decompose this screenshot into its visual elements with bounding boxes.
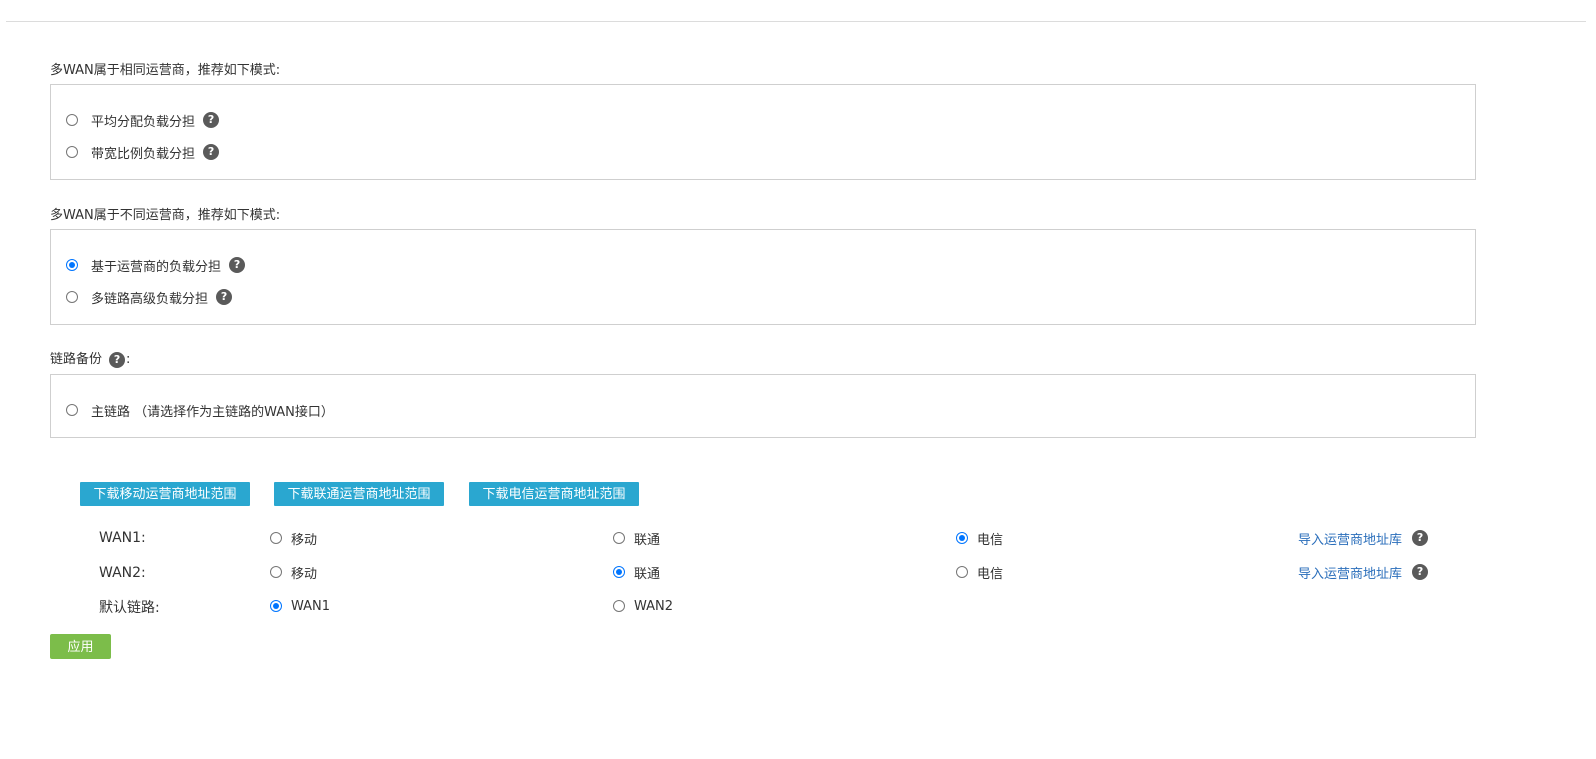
- wan1-mobile-radio[interactable]: [270, 532, 282, 544]
- question-circle-icon[interactable]: ?: [109, 352, 126, 368]
- wan1-unicom-radio[interactable]: [613, 532, 625, 544]
- wan2-unicom-radio[interactable]: [613, 566, 625, 578]
- bandwidth-ratio-radio[interactable]: [66, 146, 78, 158]
- main-link-label: 主链路 （请选择作为主链路的WAN接口）: [91, 404, 334, 420]
- question-circle-icon[interactable]: ?: [1412, 530, 1429, 546]
- average-load-radio[interactable]: [66, 114, 78, 126]
- download-telecom-range-button[interactable]: 下载电信运营商地址范围: [469, 482, 639, 506]
- question-circle-icon[interactable]: ?: [216, 289, 233, 305]
- default-link-option-wan2[interactable]: WAN2: [613, 597, 673, 615]
- wan2-mobile-label: 移动: [291, 566, 318, 582]
- default-wan1-label: WAN1: [291, 598, 331, 614]
- same-isp-options-box: 平均分配负载分担 ? 带宽比例负载分担 ?: [50, 84, 1476, 180]
- default-link-label: 默认链路:: [99, 600, 160, 616]
- top-divider: [6, 21, 1586, 22]
- wan1-option-telecom[interactable]: 电信: [956, 529, 1004, 548]
- average-load-label: 平均分配负载分担: [91, 114, 196, 130]
- wan1-import-link-text[interactable]: 导入运营商地址库: [1298, 529, 1402, 548]
- question-circle-icon[interactable]: ?: [203, 144, 220, 160]
- default-wan1-radio[interactable]: [270, 600, 282, 612]
- backup-title-suffix: :: [126, 352, 131, 367]
- wan2-import-isp-db-link[interactable]: 导入运营商地址库 ?: [1298, 563, 1429, 582]
- download-mobile-range-button[interactable]: 下载移动运营商地址范围: [80, 482, 250, 506]
- option-isp-based-load[interactable]: 基于运营商的负载分担 ?: [66, 256, 246, 275]
- wan1-telecom-label: 电信: [977, 532, 1004, 548]
- backup-options-box: 主链路 （请选择作为主链路的WAN接口）: [50, 374, 1476, 438]
- download-unicom-range-button[interactable]: 下载联通运营商地址范围: [274, 482, 444, 506]
- default-link-option-wan1[interactable]: WAN1: [270, 597, 330, 615]
- multilink-advanced-radio[interactable]: [66, 291, 78, 303]
- backup-title: 链路备份 ? :: [50, 352, 130, 368]
- wan2-option-unicom[interactable]: 联通: [613, 563, 661, 582]
- wan1-mobile-label: 移动: [291, 532, 318, 548]
- apply-button[interactable]: 应用: [50, 634, 111, 659]
- wan2-label: WAN2:: [99, 565, 146, 581]
- isp-based-load-label: 基于运营商的负载分担: [91, 259, 222, 275]
- bandwidth-ratio-label: 带宽比例负载分担: [91, 146, 196, 162]
- question-circle-icon[interactable]: ?: [203, 112, 220, 128]
- wan1-option-mobile[interactable]: 移动: [270, 529, 318, 548]
- wan2-option-telecom[interactable]: 电信: [956, 563, 1004, 582]
- option-main-link[interactable]: 主链路 （请选择作为主链路的WAN接口）: [66, 401, 334, 420]
- default-wan2-label: WAN2: [634, 598, 674, 614]
- wan2-mobile-radio[interactable]: [270, 566, 282, 578]
- wan2-import-link-text[interactable]: 导入运营商地址库: [1298, 563, 1402, 582]
- wan1-option-unicom[interactable]: 联通: [613, 529, 661, 548]
- question-circle-icon[interactable]: ?: [229, 257, 246, 273]
- wan2-telecom-radio[interactable]: [956, 566, 968, 578]
- question-circle-icon[interactable]: ?: [1412, 564, 1429, 580]
- wan2-option-mobile[interactable]: 移动: [270, 563, 318, 582]
- backup-title-text: 链路备份: [50, 352, 103, 367]
- wan1-import-isp-db-link[interactable]: 导入运营商地址库 ?: [1298, 529, 1429, 548]
- wan1-unicom-label: 联通: [634, 532, 661, 548]
- same-isp-title: 多WAN属于相同运营商，推荐如下模式:: [50, 63, 281, 78]
- multilink-advanced-label: 多链路高级负载分担: [91, 291, 209, 307]
- wan1-telecom-radio[interactable]: [956, 532, 968, 544]
- diff-isp-title: 多WAN属于不同运营商，推荐如下模式:: [50, 208, 281, 223]
- wan2-telecom-label: 电信: [977, 566, 1004, 582]
- wan1-label: WAN1:: [99, 530, 146, 546]
- main-link-radio[interactable]: [66, 404, 78, 416]
- isp-based-load-radio[interactable]: [66, 259, 78, 271]
- diff-isp-options-box: 基于运营商的负载分担 ? 多链路高级负载分担 ?: [50, 229, 1476, 325]
- option-average-load[interactable]: 平均分配负载分担 ?: [66, 111, 220, 130]
- wan2-unicom-label: 联通: [634, 566, 661, 582]
- default-wan2-radio[interactable]: [613, 600, 625, 612]
- option-multilink-advanced-load[interactable]: 多链路高级负载分担 ?: [66, 288, 233, 307]
- option-bandwidth-ratio-load[interactable]: 带宽比例负载分担 ?: [66, 143, 220, 162]
